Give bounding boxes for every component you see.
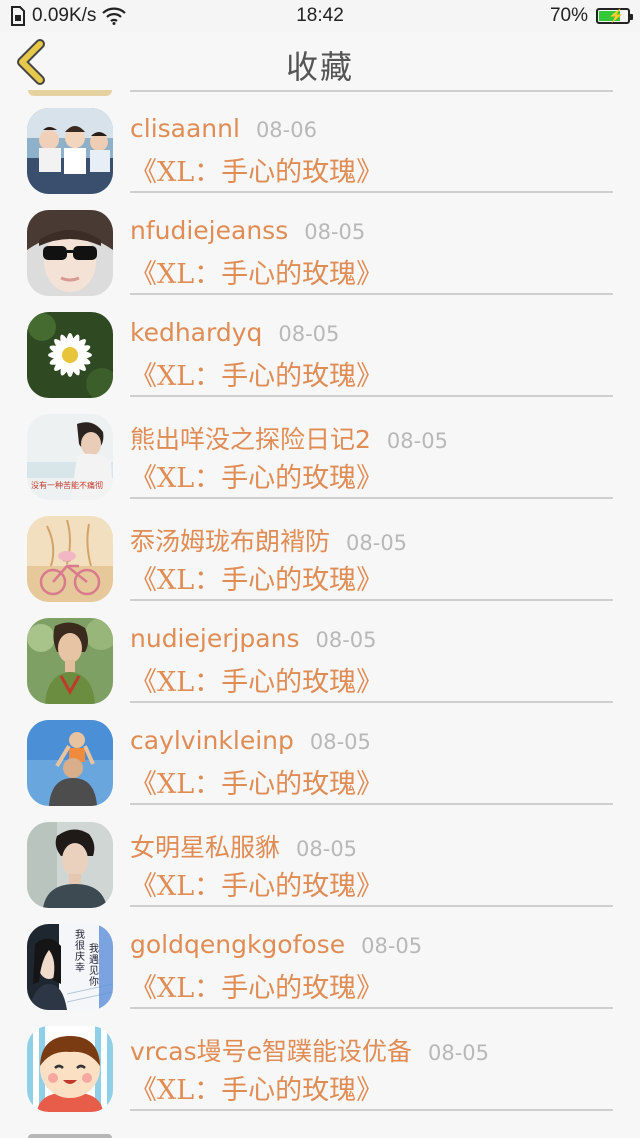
username[interactable]: clisaannl <box>130 114 240 143</box>
item-meta: nudiejerjpans 08-05 <box>130 624 377 658</box>
username[interactable]: vrcas墁号e智蹼能设优备 <box>130 1032 412 1068</box>
item-meta: goldqengkgofose 08-05 <box>130 930 422 964</box>
clock: 18:42 <box>296 5 344 26</box>
date: 08-05 <box>304 220 366 244</box>
user-avatar[interactable]: 没有一种苦能不痛彻 <box>27 414 113 500</box>
partial-avatar-bottom <box>28 1134 112 1138</box>
avatar-young-man-image <box>27 822 113 908</box>
date: 08-05 <box>361 934 423 958</box>
list-item[interactable]: vrcas墁号e智蹼能设优备 08-05 《XL：手心的玫瑰》 <box>0 1008 640 1112</box>
list-item[interactable]: nfudiejeanss 08-05 《XL：手心的玫瑰》 <box>0 192 640 296</box>
username[interactable]: caylvinkleinp <box>130 726 294 755</box>
charging-bolt-icon: ⚡ <box>608 8 625 23</box>
avatar-text-left: 我很庆幸 <box>75 930 85 974</box>
user-avatar[interactable] <box>27 516 113 602</box>
user-avatar[interactable]: 我很庆幸 我遇见你 <box>27 924 113 1010</box>
avatar-woman-image <box>27 618 113 704</box>
date: 08-05 <box>346 531 408 555</box>
list-item[interactable]: 忝汤姆珑布朗褙防 08-05 《XL：手心的玫瑰》 <box>0 498 640 602</box>
list-item[interactable]: caylvinkleinp 08-05 《XL：手心的玫瑰》 <box>0 702 640 806</box>
page-title: 收藏 <box>285 48 354 86</box>
user-avatar[interactable] <box>27 312 113 398</box>
book-title[interactable]: 《XL：手心的玫瑰》 <box>130 864 383 903</box>
user-avatar[interactable] <box>27 210 113 296</box>
list-item[interactable]: 没有一种苦能不痛彻 熊出咩没之探险日记2 08-05 《XL：手心的玫瑰》 <box>0 396 640 500</box>
status-right: 70% ⚡ <box>549 5 633 27</box>
book-title[interactable]: 《XL：手心的玫瑰》 <box>130 966 383 1005</box>
item-meta: 熊出咩没之探险日记2 08-05 <box>130 420 448 454</box>
book-title[interactable]: 《XL：手心的玫瑰》 <box>130 252 383 291</box>
avatar-father-child-image <box>27 720 113 806</box>
list-item[interactable]: nudiejerjpans 08-05 《XL：手心的玫瑰》 <box>0 600 640 704</box>
item-meta: 忝汤姆珑布朗褙防 08-05 <box>130 522 407 556</box>
item-meta: 女明星私服貅 08-05 <box>130 828 357 862</box>
book-title[interactable]: 《XL：手心的玫瑰》 <box>130 354 383 393</box>
book-title[interactable]: 《XL：手心的玫瑰》 <box>130 762 383 801</box>
username[interactable]: 女明星私服貅 <box>130 828 280 864</box>
divider <box>130 1109 613 1111</box>
username[interactable]: kedhardyq <box>130 318 262 347</box>
item-meta: caylvinkleinp 08-05 <box>130 726 371 760</box>
date: 08-05 <box>386 429 448 453</box>
header-bar: 收藏 <box>0 32 640 90</box>
avatar-students-image <box>27 108 113 194</box>
item-meta: nfudiejeanss 08-05 <box>130 216 365 250</box>
date: 08-05 <box>315 628 377 652</box>
date: 08-06 <box>255 118 317 142</box>
book-title[interactable]: 《XL：手心的玫瑰》 <box>130 456 383 495</box>
status-bar: 0.09K/s 18:42 70% ⚡ <box>0 0 640 32</box>
username[interactable]: nfudiejeanss <box>130 216 288 245</box>
avatar-cartoon-boy-image <box>27 1026 113 1112</box>
user-avatar[interactable] <box>27 822 113 908</box>
svg-text:没有一种苦能不痛彻: 没有一种苦能不痛彻 <box>31 480 103 490</box>
date: 08-05 <box>296 837 358 861</box>
username[interactable]: 忝汤姆珑布朗褙防 <box>130 522 330 558</box>
list-item[interactable]: 女明星私服貅 08-05 《XL：手心的玫瑰》 <box>0 804 640 908</box>
avatar-daisy-image <box>27 312 113 398</box>
list-item[interactable]: kedhardyq 08-05 《XL：手心的玫瑰》 <box>0 294 640 398</box>
avatar-girl-calligraphy-image <box>27 924 113 1010</box>
item-meta: clisaannl 08-06 <box>130 114 317 148</box>
book-title[interactable]: 《XL：手心的玫瑰》 <box>130 1068 383 1107</box>
user-avatar[interactable] <box>27 1026 113 1112</box>
username[interactable]: 熊出咩没之探险日记2 <box>130 420 371 456</box>
list-item[interactable]: 我很庆幸 我遇见你 goldqengkgofose 08-05 《XL：手心的玫… <box>0 906 640 1010</box>
avatar-boy-text-image: 没有一种苦能不痛彻 <box>27 414 113 500</box>
list-item[interactable]: clisaannl 08-06 《XL：手心的玫瑰》 <box>0 90 640 194</box>
date: 08-05 <box>278 322 340 346</box>
book-title[interactable]: 《XL：手心的玫瑰》 <box>130 660 383 699</box>
avatar-sunglasses-girl-image <box>27 210 113 296</box>
battery-percentage: 70% <box>549 5 588 26</box>
avatar-bicycle-image <box>27 516 113 602</box>
book-title[interactable]: 《XL：手心的玫瑰》 <box>130 558 383 597</box>
battery-icon: ⚡ <box>596 8 633 24</box>
book-title[interactable]: 《XL：手心的玫瑰》 <box>130 150 383 189</box>
avatar-text-right: 我遇见你 <box>89 944 99 988</box>
user-avatar[interactable] <box>27 618 113 704</box>
item-meta: kedhardyq 08-05 <box>130 318 339 352</box>
date: 08-05 <box>428 1041 490 1065</box>
user-avatar[interactable] <box>27 720 113 806</box>
username[interactable]: goldqengkgofose <box>130 930 345 959</box>
user-avatar[interactable] <box>27 108 113 194</box>
username[interactable]: nudiejerjpans <box>130 624 300 653</box>
date: 08-05 <box>309 730 371 754</box>
item-meta: vrcas墁号e智蹼能设优备 08-05 <box>130 1032 489 1066</box>
